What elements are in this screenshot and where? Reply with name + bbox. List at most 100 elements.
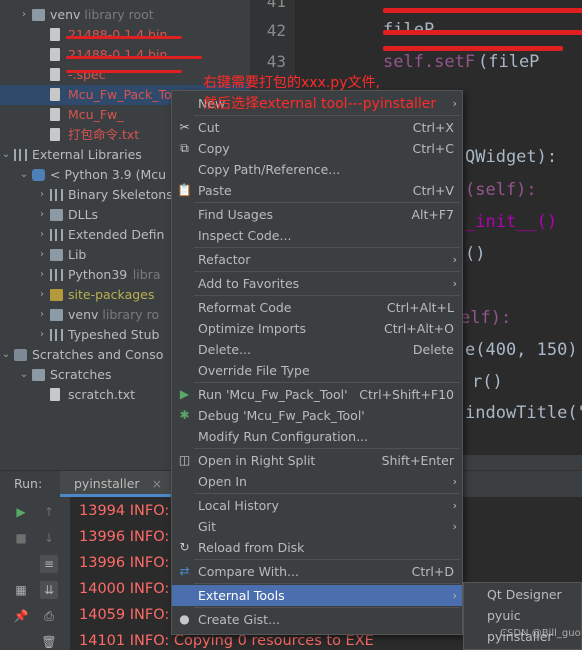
paste-icon: 📋 (177, 183, 192, 197)
chevron-right-icon[interactable]: › (36, 265, 48, 285)
menu-item-find-usages[interactable]: Find Usages Alt+F7 (172, 204, 462, 225)
code-fragment: (fileP (478, 52, 540, 72)
tree-item-label: Binary Skeletons (68, 187, 173, 202)
menu-separator (194, 295, 460, 296)
menu-item-copy[interactable]: ⧉ Copy Ctrl+C (172, 138, 462, 159)
menu-item-git[interactable]: Git › (172, 516, 462, 537)
menu-item-refactor[interactable]: Refactor › (172, 249, 462, 270)
menu-item-label: Delete... (198, 342, 251, 357)
menu-item-modify-run-configuration[interactable]: Modify Run Configuration... (172, 426, 462, 447)
menu-item-copy-path-reference[interactable]: Copy Path/Reference... (172, 159, 462, 180)
print-icon[interactable]: ⎙ (40, 607, 58, 625)
menu-item-override-file-type[interactable]: Override File Type (172, 360, 462, 381)
chevron-down-icon[interactable]: ⌄ (18, 365, 30, 385)
run-tab-pyinstaller[interactable]: pyinstaller × (60, 471, 177, 497)
tree-item[interactable]: 21488-0.1.4.bin (0, 45, 250, 65)
menu-item-label: Compare With... (198, 564, 299, 579)
menu-item-label: Run 'Mcu_Fw_Pack_Tool' (198, 387, 348, 402)
menu-item-inspect-code[interactable]: Inspect Code... (172, 225, 462, 246)
chevron-down-icon[interactable]: ⌄ (0, 345, 12, 365)
tree-item-label: DLLs (68, 207, 99, 222)
external-tools-submenu: Qt Designer pyuic pyinstaller (463, 582, 582, 650)
menu-item-open-in[interactable]: Open In › (172, 471, 462, 492)
up-arrow-icon[interactable]: ↑ (40, 503, 58, 521)
pin-icon[interactable]: 📌 (12, 607, 30, 625)
chevron-right-icon: › (452, 499, 457, 512)
chevron-right-icon[interactable]: › (36, 205, 48, 225)
menu-item-shortcut: Delete (412, 342, 454, 357)
tree-item-suffix: library ro (102, 307, 160, 322)
menu-item-open-in-right-split[interactable]: ◫ Open in Right Split Shift+Enter (172, 450, 462, 471)
tree-item-label: Python39 (68, 267, 128, 282)
split-icon: ◫ (178, 453, 191, 467)
tree-item[interactable]: › venv library root (0, 5, 250, 25)
chevron-down-icon[interactable]: ⌄ (0, 145, 12, 165)
chevron-right-icon[interactable]: › (36, 305, 48, 325)
menu-item-external-tools[interactable]: External Tools › (172, 585, 462, 606)
tree-item[interactable]: 21488-0.1.4.bin (0, 25, 250, 45)
menu-item-paste[interactable]: 📋 Paste Ctrl+V (172, 180, 462, 201)
file-icon (50, 88, 60, 101)
submenu-item-qt-designer[interactable]: Qt Designer (464, 584, 582, 605)
stop-icon[interactable]: ■ (12, 529, 30, 547)
tree-item-suffix: library root (84, 7, 154, 22)
menu-item-run-mcu-fw-pack-tool[interactable]: ▶ Run 'Mcu_Fw_Pack_Tool' Ctrl+Shift+F10 (172, 384, 462, 405)
run-tab-label: pyinstaller (74, 476, 140, 491)
submenu-item-pyuic[interactable]: pyuic (464, 605, 582, 626)
run-icon[interactable]: ▶ (12, 503, 30, 521)
trash-icon[interactable]: 🗑 (40, 633, 58, 650)
run-label: Run: (14, 476, 43, 491)
menu-item-label: Paste (198, 183, 232, 198)
tree-item-label: Mcu_Fw_ (68, 107, 124, 122)
tree-item-label: 打包命令.txt (68, 127, 140, 142)
run-icon: ▶ (179, 387, 190, 401)
debug-icon: ✱ (179, 408, 190, 422)
layout-icon[interactable]: ▦ (12, 581, 30, 599)
chevron-right-icon[interactable]: › (36, 225, 48, 245)
redaction-mark (66, 70, 182, 73)
tree-item-label: Lib (68, 247, 87, 262)
menu-item-label: Create Gist... (198, 612, 281, 627)
scroll-to-end-icon[interactable]: ⇊ (40, 581, 58, 599)
menu-item-create-gist[interactable]: ● Create Gist... (172, 609, 462, 630)
menu-item-optimize-imports[interactable]: Optimize Imports Ctrl+Alt+O (172, 318, 462, 339)
chevron-right-icon[interactable]: › (36, 325, 48, 345)
menu-item-compare-with[interactable]: ⇄ Compare With... Ctrl+D (172, 561, 462, 582)
tree-item-label: Scratches (50, 367, 112, 382)
menu-item-label: Git (198, 519, 217, 534)
menu-item-label: Optimize Imports (198, 321, 307, 336)
down-arrow-icon[interactable]: ↓ (40, 529, 58, 547)
menu-item-cut[interactable]: ✂ Cut Ctrl+X (172, 117, 462, 138)
folder-icon (50, 209, 63, 221)
close-icon[interactable]: × (152, 476, 162, 491)
menu-item-shortcut: Ctrl+C (412, 141, 454, 156)
redaction-mark (383, 46, 563, 51)
folder-icon (50, 249, 63, 261)
menu-item-label: Copy Path/Reference... (198, 162, 341, 177)
chevron-right-icon[interactable]: › (18, 5, 30, 25)
chevron-right-icon[interactable]: › (36, 245, 48, 265)
menu-item-label: Cut (198, 120, 220, 135)
ide-window: › venv library root 21488-0.1.4.bin 21488-0.… (0, 0, 582, 650)
tree-item-label: -.spec (68, 67, 106, 82)
menu-item-reload-from-disk[interactable]: ↻ Reload from Disk (172, 537, 462, 558)
menu-item-shortcut: Ctrl+X (412, 120, 454, 135)
chevron-right-icon[interactable]: › (36, 285, 48, 305)
soft-wrap-icon[interactable]: ≡ (40, 555, 58, 573)
menu-item-reformat-code[interactable]: Reformat Code Ctrl+Alt+L (172, 297, 462, 318)
chevron-right-icon: › (452, 520, 457, 533)
menu-item-delete[interactable]: Delete... Delete (172, 339, 462, 360)
folder-icon (50, 289, 63, 301)
console-line: 14000 INFO: (79, 581, 170, 597)
tree-item-label: External Libraries (32, 147, 142, 162)
chevron-right-icon[interactable]: › (36, 185, 48, 205)
menu-item-debug-mcu-fw-pack-tool[interactable]: ✱ Debug 'Mcu_Fw_Pack_Tool' (172, 405, 462, 426)
code-fragment: () (465, 244, 486, 264)
chevron-right-icon: › (452, 277, 457, 290)
chevron-down-icon[interactable]: ⌄ (18, 165, 30, 185)
menu-item-label: Debug 'Mcu_Fw_Pack_Tool' (198, 408, 365, 423)
menu-item-local-history[interactable]: Local History › (172, 495, 462, 516)
code-fragment: _init__() (465, 212, 558, 232)
menu-item-add-to-favorites[interactable]: Add to Favorites › (172, 273, 462, 294)
file-icon (50, 28, 60, 41)
